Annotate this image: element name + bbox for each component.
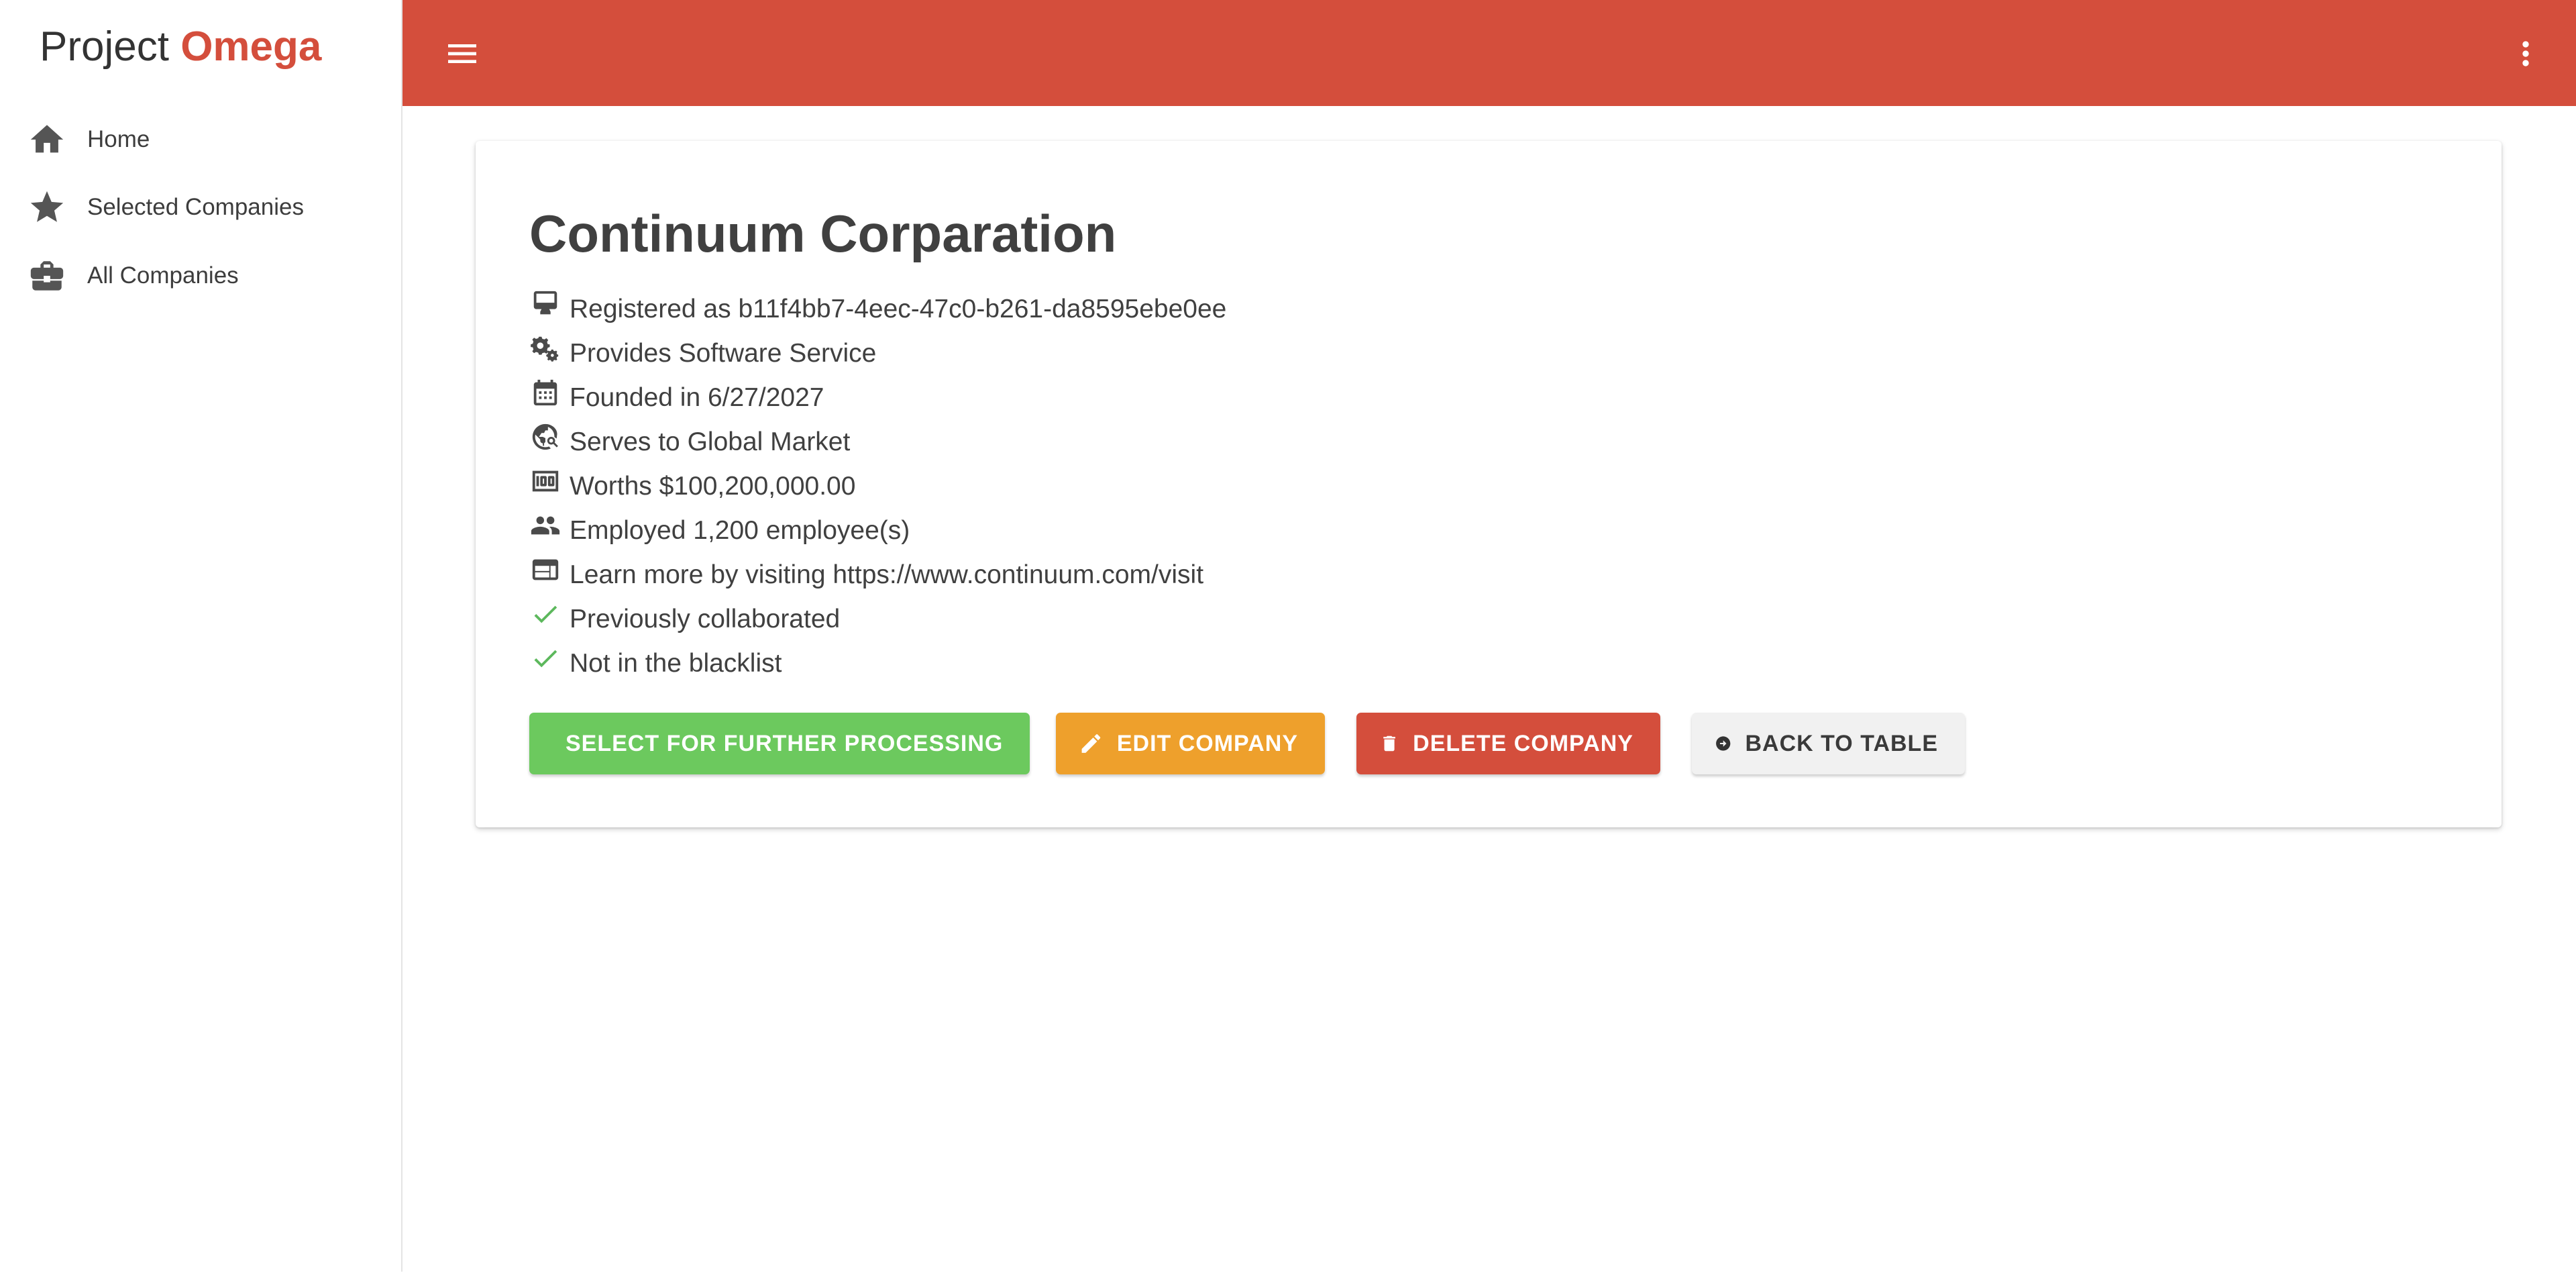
sidebar-item-label: Selected Companies [87,194,304,220]
detail-text: Founded in 6/27/2027 [570,383,824,412]
detail-founded: Founded in 6/27/2027 [529,376,1226,420]
company-name: Continuum Corparation [529,204,1117,263]
detail-text: Worths $100,200,000.00 [570,472,856,501]
detail-text: Provides Software Service [570,339,877,368]
button-label: BACK TO TABLE [1745,730,1938,756]
company-card: Continuum Corparation Registered as b11f… [476,141,2502,827]
detail-text: Not in the blacklist [570,649,782,678]
sidebar: Project Omega Home Selected Companies Al… [0,0,402,1272]
pencil-icon [1081,734,1101,753]
briefcase-icon [27,256,67,296]
people-icon [529,509,561,542]
sidebar-item-home[interactable]: Home [0,107,401,172]
brand-prefix: Project [40,23,181,70]
home-icon [27,119,67,160]
money-icon [529,465,561,497]
trash-icon [1383,735,1395,752]
sidebar-item-label: Home [87,126,150,152]
detail-blacklist: Not in the blacklist [529,642,1226,686]
app-logo[interactable]: Project Omega [40,20,321,74]
brand-highlight: Omega [180,23,322,70]
detail-text: Employed 1,200 employee(s) [570,516,910,545]
top-app-bar [402,0,2576,106]
web-icon [529,554,561,586]
detail-text: Previously collaborated [570,605,841,633]
button-label: DELETE COMPANY [1413,730,1633,756]
sidebar-item-selected-companies[interactable]: Selected Companies [0,175,401,240]
gears-icon [529,332,561,364]
calendar-icon [529,376,561,409]
check-icon [529,598,561,630]
button-label: SELECT FOR FURTHER PROCESSING [566,730,1004,756]
detail-text: Learn more by visiting https://www.conti… [570,560,1204,589]
back-to-table-button[interactable]: BACK TO TABLE [1692,713,1965,774]
detail-registration: Registered as b11f4bb7-4eec-47c0-b261-da… [529,287,1226,332]
detail-text: Registered as b11f4bb7-4eec-47c0-b261-da… [570,295,1227,323]
detail-website: Learn more by visiting https://www.conti… [529,553,1226,597]
check-icon [529,642,561,674]
sidebar-item-all-companies[interactable]: All Companies [0,244,401,308]
sidebar-item-label: All Companies [87,262,239,289]
globe-search-icon [529,421,561,453]
arrow-circle-right-icon [1716,736,1731,751]
button-label: EDIT COMPANY [1116,730,1298,756]
detail-service: Provides Software Service [529,332,1226,376]
registration-card-icon [529,288,561,320]
detail-market: Serves to Global Market [529,420,1226,464]
star-icon [27,187,67,227]
detail-collaboration: Previously collaborated [529,597,1226,642]
delete-company-button[interactable]: DELETE COMPANY [1356,713,1660,774]
company-details: Registered as b11f4bb7-4eec-47c0-b261-da… [529,287,1226,686]
menu-icon[interactable] [441,33,483,74]
detail-employees: Employed 1,200 employee(s) [529,509,1226,553]
more-vert-icon[interactable] [2505,33,2546,74]
detail-text: Serves to Global Market [570,427,851,456]
detail-worth: Worths $100,200,000.00 [529,464,1226,509]
select-for-processing-button[interactable]: SELECT FOR FURTHER PROCESSING [529,713,1030,774]
edit-company-button[interactable]: EDIT COMPANY [1056,713,1325,774]
